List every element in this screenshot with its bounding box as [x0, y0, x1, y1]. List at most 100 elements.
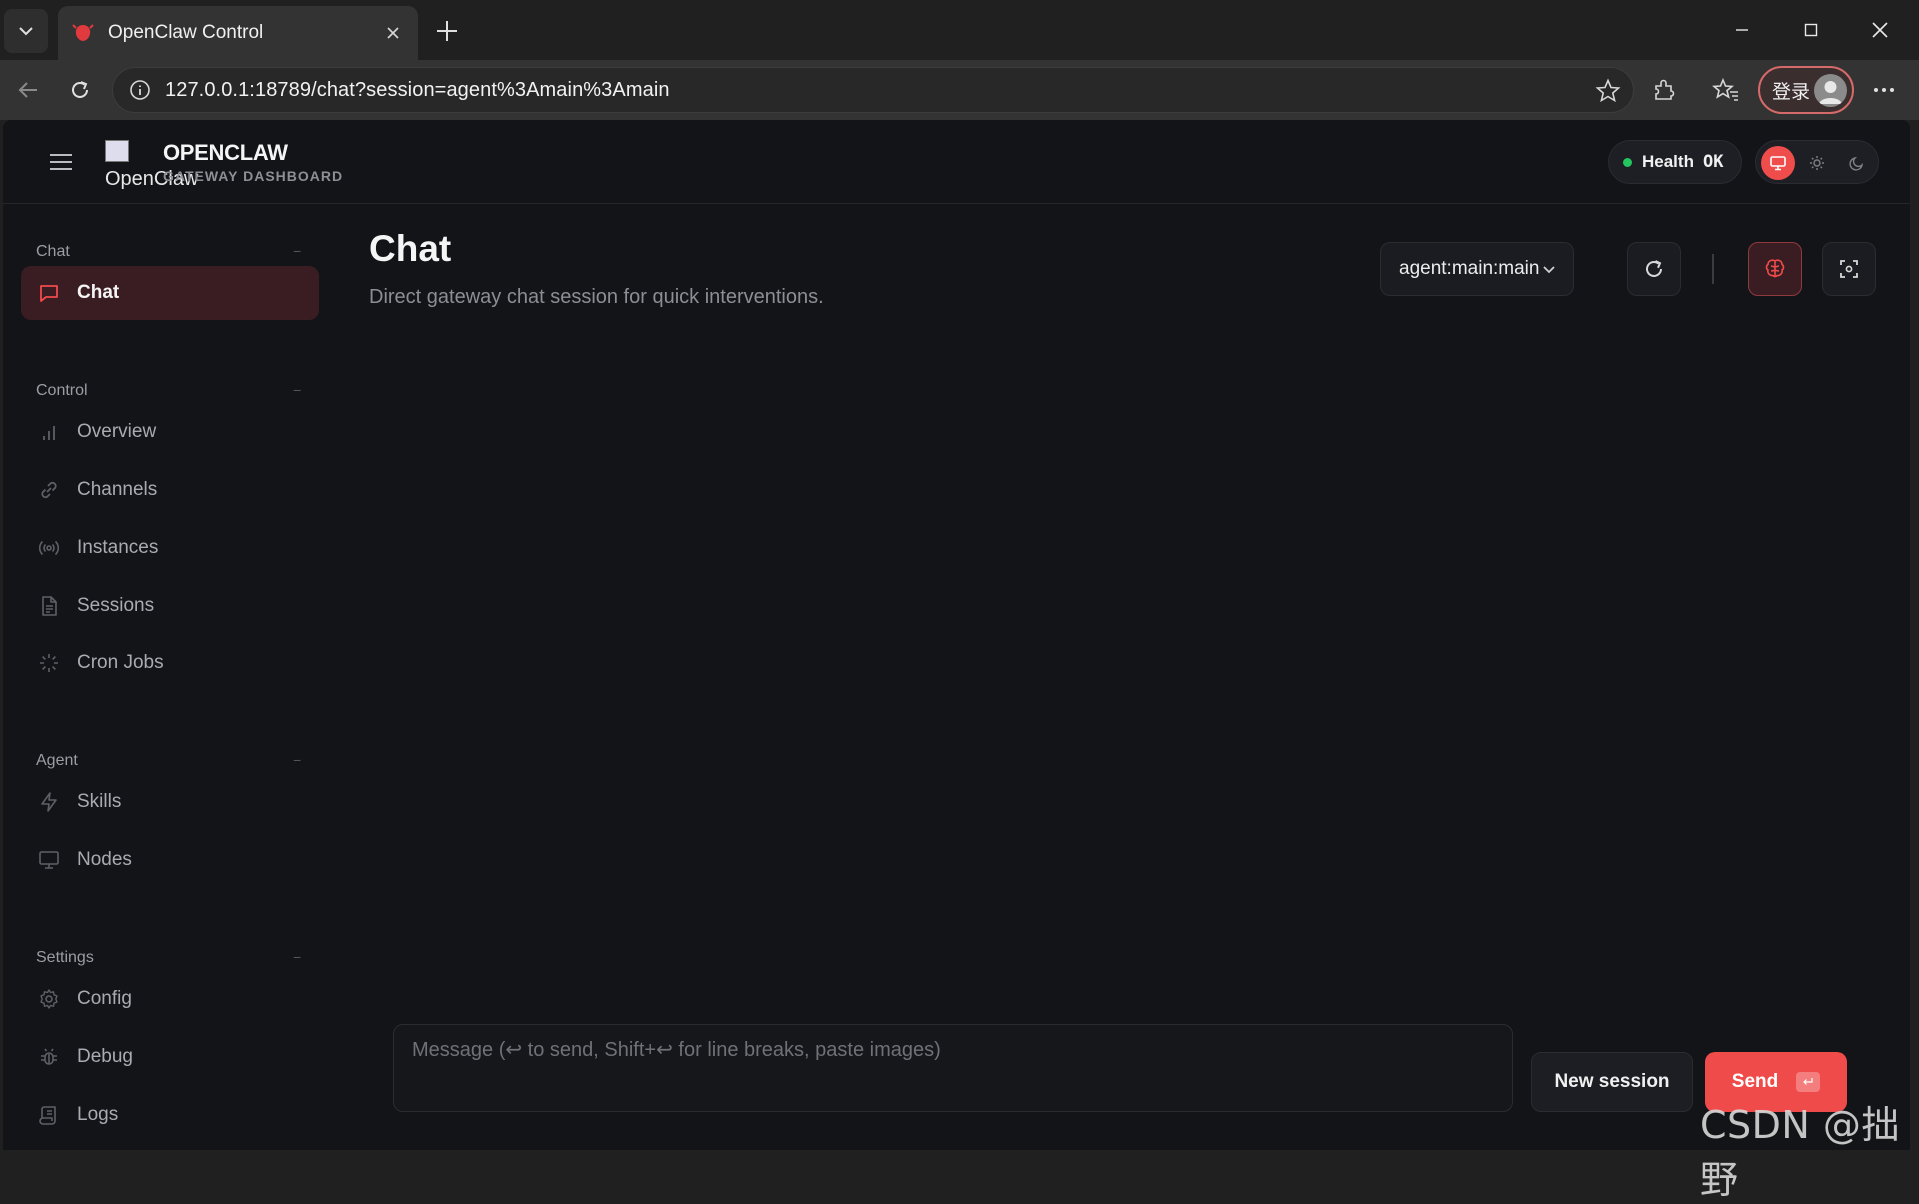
scroll-icon — [37, 1103, 61, 1127]
message-input[interactable] — [412, 1037, 1494, 1099]
sidebar-section-chat[interactable]: Chat — [36, 243, 70, 261]
sidebar-item-label: Debug — [77, 1046, 133, 1067]
sidebar-item-label: Overview — [77, 421, 157, 442]
link-icon — [37, 478, 61, 502]
collapse-agent-section[interactable]: − — [293, 752, 301, 768]
sidebar-item-label: Config — [77, 988, 132, 1009]
health-label: Health — [1642, 152, 1694, 171]
sun-icon — [1810, 156, 1824, 170]
reload-icon[interactable] — [60, 70, 100, 110]
sidebar-item-skills[interactable]: Skills — [21, 775, 319, 829]
health-status-badge: Health OK — [1608, 140, 1742, 184]
monitor-icon — [1770, 156, 1786, 171]
profile-login-button[interactable]: 登录 — [1758, 66, 1854, 114]
brand-title: OPENCLAW — [163, 140, 288, 165]
settings-icon — [37, 987, 61, 1011]
sidebar-item-sessions[interactable]: Sessions — [21, 579, 319, 633]
refresh-icon — [1646, 260, 1662, 277]
brand-subtitle: GATEWAY DASHBOARD — [163, 168, 344, 184]
menu-toggle-icon[interactable] — [45, 146, 77, 178]
sidebar-item-label: Instances — [77, 537, 159, 558]
sidebar-section-agent[interactable]: Agent — [36, 752, 78, 770]
minimize-icon[interactable] — [1714, 10, 1770, 50]
url-field[interactable]: 127.0.0.1:18789/chat?session=agent%3Amai… — [112, 67, 1634, 113]
bar-chart-icon — [37, 420, 61, 444]
sidebar-item-nodes[interactable]: Nodes — [21, 833, 319, 887]
brand-logo-image: OpenClaw — [105, 140, 198, 190]
session-select-value: agent:main:main — [1399, 258, 1540, 279]
page-title: Chat — [369, 228, 452, 269]
collapse-chat-section[interactable]: − — [293, 243, 301, 259]
sidebar-section-control[interactable]: Control — [36, 382, 88, 400]
chevron-down-icon — [1541, 261, 1557, 277]
sidebar-item-label: Nodes — [77, 849, 132, 870]
sidebar-item-cron-jobs[interactable]: Cron Jobs — [21, 636, 319, 690]
more-options-icon[interactable] — [1866, 72, 1902, 108]
new-tab-icon[interactable] — [430, 14, 464, 48]
close-tab-icon[interactable] — [382, 22, 404, 44]
avatar — [1814, 74, 1847, 107]
browser-tab-bar: OpenClaw Control — [0, 0, 1919, 60]
sidebar-item-config[interactable]: Config — [21, 972, 319, 1026]
close-window-icon[interactable] — [1852, 10, 1908, 50]
browser-address-bar: 127.0.0.1:18789/chat?session=agent%3Amai… — [0, 60, 1919, 120]
site-info-icon[interactable] — [129, 79, 151, 101]
sidebar-item-label: Cron Jobs — [77, 652, 164, 673]
sidebar-item-chat[interactable]: Chat — [21, 266, 319, 320]
browser-tab-active[interactable]: OpenClaw Control — [58, 6, 418, 60]
sidebar-item-instances[interactable]: Instances — [21, 521, 319, 575]
bug-icon — [37, 1045, 61, 1069]
sidebar: Chat − Chat Control − Overview Channels — [3, 204, 333, 1150]
collapse-settings-section[interactable]: − — [293, 949, 301, 965]
sidebar-item-label: Chat — [77, 282, 120, 303]
dark-theme-button[interactable] — [1840, 146, 1874, 180]
sidebar-item-label: Skills — [77, 791, 122, 812]
sidebar-item-label: Logs — [77, 1104, 119, 1125]
enter-key-icon — [1796, 1072, 1821, 1092]
bookmark-star-icon[interactable] — [1595, 78, 1621, 104]
loader-icon — [37, 651, 61, 675]
monitor-icon — [37, 848, 61, 872]
moon-icon — [1849, 156, 1864, 171]
toolbar-divider — [1712, 254, 1714, 284]
radio-icon — [37, 536, 61, 560]
message-composer — [393, 1024, 1513, 1112]
extensions-puzzle-icon[interactable] — [1646, 72, 1682, 108]
sidebar-item-channels[interactable]: Channels — [21, 463, 319, 517]
maximize-icon[interactable] — [1783, 10, 1839, 50]
health-status-dot — [1623, 157, 1632, 167]
csdn-watermark: CSDN @拙野 — [1700, 1103, 1900, 1202]
chevron-down-icon — [19, 27, 33, 36]
openclaw-app: OpenClaw OPENCLAW GATEWAY DASHBOARD Heal… — [3, 120, 1910, 1150]
sidebar-item-label: Sessions — [77, 595, 155, 616]
scan-focus-icon — [1840, 260, 1858, 278]
refresh-button[interactable] — [1627, 242, 1681, 296]
brain-icon — [1765, 259, 1785, 278]
send-label: Send — [1731, 1071, 1779, 1092]
system-theme-button[interactable] — [1761, 146, 1795, 180]
theme-switcher — [1755, 140, 1879, 184]
tab-title: OpenClaw Control — [108, 22, 264, 43]
light-theme-button[interactable] — [1800, 146, 1834, 180]
lobster-favicon-icon — [72, 24, 94, 41]
broken-image-icon — [105, 140, 129, 162]
sidebar-section-settings[interactable]: Settings — [36, 949, 94, 967]
sidebar-item-overview[interactable]: Overview — [21, 405, 319, 459]
session-select[interactable]: agent:main:main — [1380, 242, 1574, 296]
collapse-control-section[interactable]: − — [293, 382, 301, 398]
sidebar-item-logs[interactable]: Logs — [21, 1088, 319, 1142]
zap-icon — [37, 790, 61, 814]
sidebar-item-label: Channels — [77, 479, 158, 500]
new-session-button[interactable]: New session — [1531, 1052, 1693, 1112]
focus-mode-button[interactable] — [1822, 242, 1876, 296]
sidebar-item-debug[interactable]: Debug — [21, 1030, 319, 1084]
thinking-toggle-button[interactable] — [1748, 242, 1802, 296]
url-text: 127.0.0.1:18789/chat?session=agent%3Amai… — [165, 78, 670, 101]
health-value: OK — [1702, 152, 1724, 172]
back-arrow-icon[interactable] — [8, 70, 48, 110]
tab-list-button[interactable] — [4, 9, 48, 53]
page-subtitle: Direct gateway chat session for quick in… — [369, 286, 824, 308]
message-square-icon — [37, 281, 61, 305]
file-text-icon — [37, 594, 61, 618]
favorites-icon[interactable] — [1708, 72, 1744, 108]
